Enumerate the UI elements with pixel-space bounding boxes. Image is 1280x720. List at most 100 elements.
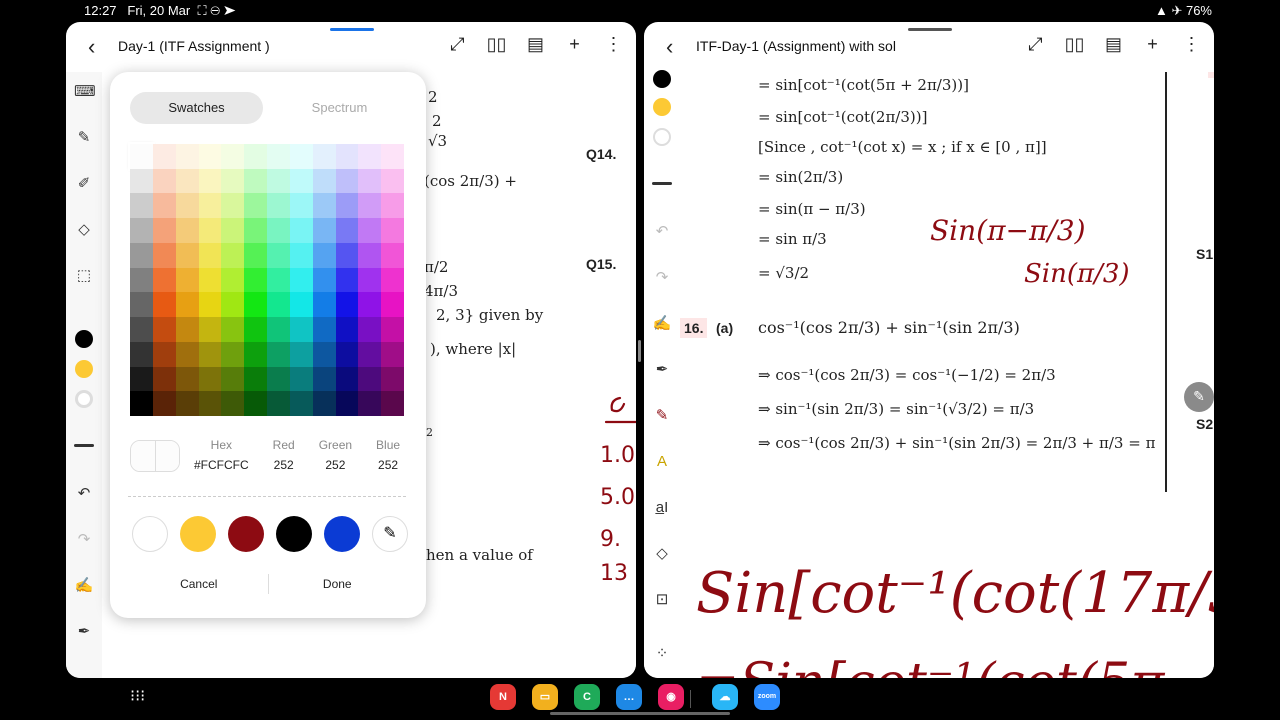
swatch-cell[interactable] [152, 317, 176, 342]
pen-settings-icon[interactable]: ✍ [652, 314, 672, 334]
document-page[interactable]: = sin[cot⁻¹(cot(5π + 2π/3))] = sin[cot⁻¹… [680, 72, 1214, 678]
swatch-cell[interactable] [152, 341, 176, 367]
color-black-dot[interactable] [653, 70, 671, 88]
swatch-cell[interactable] [130, 267, 153, 293]
swatch-cell[interactable] [358, 391, 382, 416]
swatch-grid[interactable] [128, 142, 404, 416]
stroke-width-indicator[interactable] [652, 182, 672, 185]
swatch-cell[interactable] [221, 193, 245, 219]
swatch-cell[interactable] [175, 292, 199, 318]
swatch-cell[interactable] [381, 168, 404, 194]
swatch-cell[interactable] [221, 341, 245, 367]
text-tool-icon[interactable]: ✒ [74, 622, 94, 642]
hex-field[interactable]: Hex #FCFCFC [194, 438, 249, 472]
swatch-cell[interactable] [267, 366, 290, 392]
swatch-cell[interactable] [130, 292, 153, 318]
swatch-cell[interactable] [267, 193, 290, 219]
swatch-cell[interactable] [221, 391, 245, 416]
swatch-cell[interactable] [335, 218, 359, 243]
color-black-dot[interactable] [75, 330, 93, 348]
swatch-cell[interactable] [289, 267, 313, 293]
more-icon[interactable]: ⋮ [603, 34, 624, 55]
book-icon[interactable]: ▯▯ [486, 34, 507, 55]
swatch-cell[interactable] [381, 292, 404, 318]
swatch-cell[interactable] [244, 168, 267, 194]
highlighter-icon[interactable]: A [652, 452, 672, 472]
swatch-cell[interactable] [289, 317, 313, 342]
swatch-cell[interactable] [381, 267, 404, 293]
swatch-cell[interactable] [312, 168, 336, 194]
my-files-app-icon[interactable]: ▭ [532, 684, 558, 710]
tab-spectrum[interactable]: Spectrum [273, 92, 406, 124]
swatch-cell[interactable] [198, 391, 222, 416]
swatch-cell[interactable] [175, 193, 199, 219]
swatch-cell[interactable] [198, 242, 222, 268]
cancel-button[interactable]: Cancel [130, 574, 268, 594]
swatch-cell[interactable] [244, 242, 267, 268]
shapes-icon[interactable]: ◇ [652, 544, 672, 564]
swatch-cell[interactable] [175, 391, 199, 416]
swatch-cell[interactable] [267, 144, 290, 169]
swatch-cell[interactable] [244, 292, 267, 318]
preset-blue[interactable] [324, 516, 360, 552]
swatch-cell[interactable] [221, 218, 245, 243]
redo-icon[interactable]: ↷ [652, 268, 672, 288]
swatch-cell[interactable] [152, 168, 176, 194]
swatch-cell[interactable] [381, 193, 404, 219]
swatch-cell[interactable] [267, 341, 290, 367]
text-tool-icon[interactable]: ✒ [652, 360, 672, 380]
swatch-cell[interactable] [152, 267, 176, 293]
swatch-cell[interactable] [175, 242, 199, 268]
color-yellow-dot[interactable] [653, 98, 671, 116]
expand-icon[interactable]: ⤢ [447, 34, 468, 55]
swatch-cell[interactable] [358, 292, 382, 318]
swatch-cell[interactable] [312, 267, 336, 293]
swatch-cell[interactable] [198, 366, 222, 392]
swatch-cell[interactable] [198, 144, 222, 169]
swatch-cell[interactable] [312, 391, 336, 416]
preset-dark-red[interactable] [228, 516, 264, 552]
swatch-cell[interactable] [267, 391, 290, 416]
swatch-cell[interactable] [312, 292, 336, 318]
swatch-cell[interactable] [130, 391, 153, 416]
swatch-cell[interactable] [381, 242, 404, 268]
swatch-cell[interactable] [221, 242, 245, 268]
phone-app-icon[interactable]: C [574, 684, 600, 710]
redo-icon[interactable]: ↷ [74, 530, 94, 550]
swatch-cell[interactable] [244, 218, 267, 243]
swatch-cell[interactable] [244, 317, 267, 342]
swatch-cell[interactable] [312, 366, 336, 392]
swatch-cell[interactable] [358, 267, 382, 293]
pen-icon[interactable]: ✎ [74, 128, 94, 148]
eraser-icon[interactable]: ◇ [74, 220, 94, 240]
swatch-cell[interactable] [152, 391, 176, 416]
undo-icon[interactable]: ↶ [74, 484, 94, 504]
swatch-cell[interactable] [198, 218, 222, 243]
swatch-cell[interactable] [244, 267, 267, 293]
swatch-cell[interactable] [335, 144, 359, 169]
swatch-cell[interactable] [221, 267, 245, 293]
swatch-cell[interactable] [221, 292, 245, 318]
swatch-cell[interactable] [152, 366, 176, 392]
preset-white[interactable] [132, 516, 168, 552]
blue-field[interactable]: Blue 252 [376, 438, 400, 472]
swatch-cell[interactable] [175, 341, 199, 367]
more-icon[interactable]: ⋮ [1181, 34, 1202, 55]
swatch-cell[interactable] [312, 193, 336, 219]
swatch-cell[interactable] [198, 341, 222, 367]
swatch-cell[interactable] [152, 193, 176, 219]
swatch-cell[interactable] [152, 218, 176, 243]
preset-yellow[interactable] [180, 516, 216, 552]
swatch-cell[interactable] [381, 317, 404, 342]
swatch-cell[interactable] [358, 317, 382, 342]
highlighter-icon[interactable]: ✐ [74, 174, 94, 194]
swatch-cell[interactable] [312, 242, 336, 268]
swatch-cell[interactable] [358, 193, 382, 219]
swatch-cell[interactable] [130, 341, 153, 367]
swatch-cell[interactable] [175, 366, 199, 392]
swatch-cell[interactable] [358, 242, 382, 268]
swatch-cell[interactable] [244, 366, 267, 392]
green-field[interactable]: Green 252 [319, 438, 352, 472]
swatch-cell[interactable] [335, 317, 359, 342]
home-indicator[interactable] [550, 712, 730, 715]
